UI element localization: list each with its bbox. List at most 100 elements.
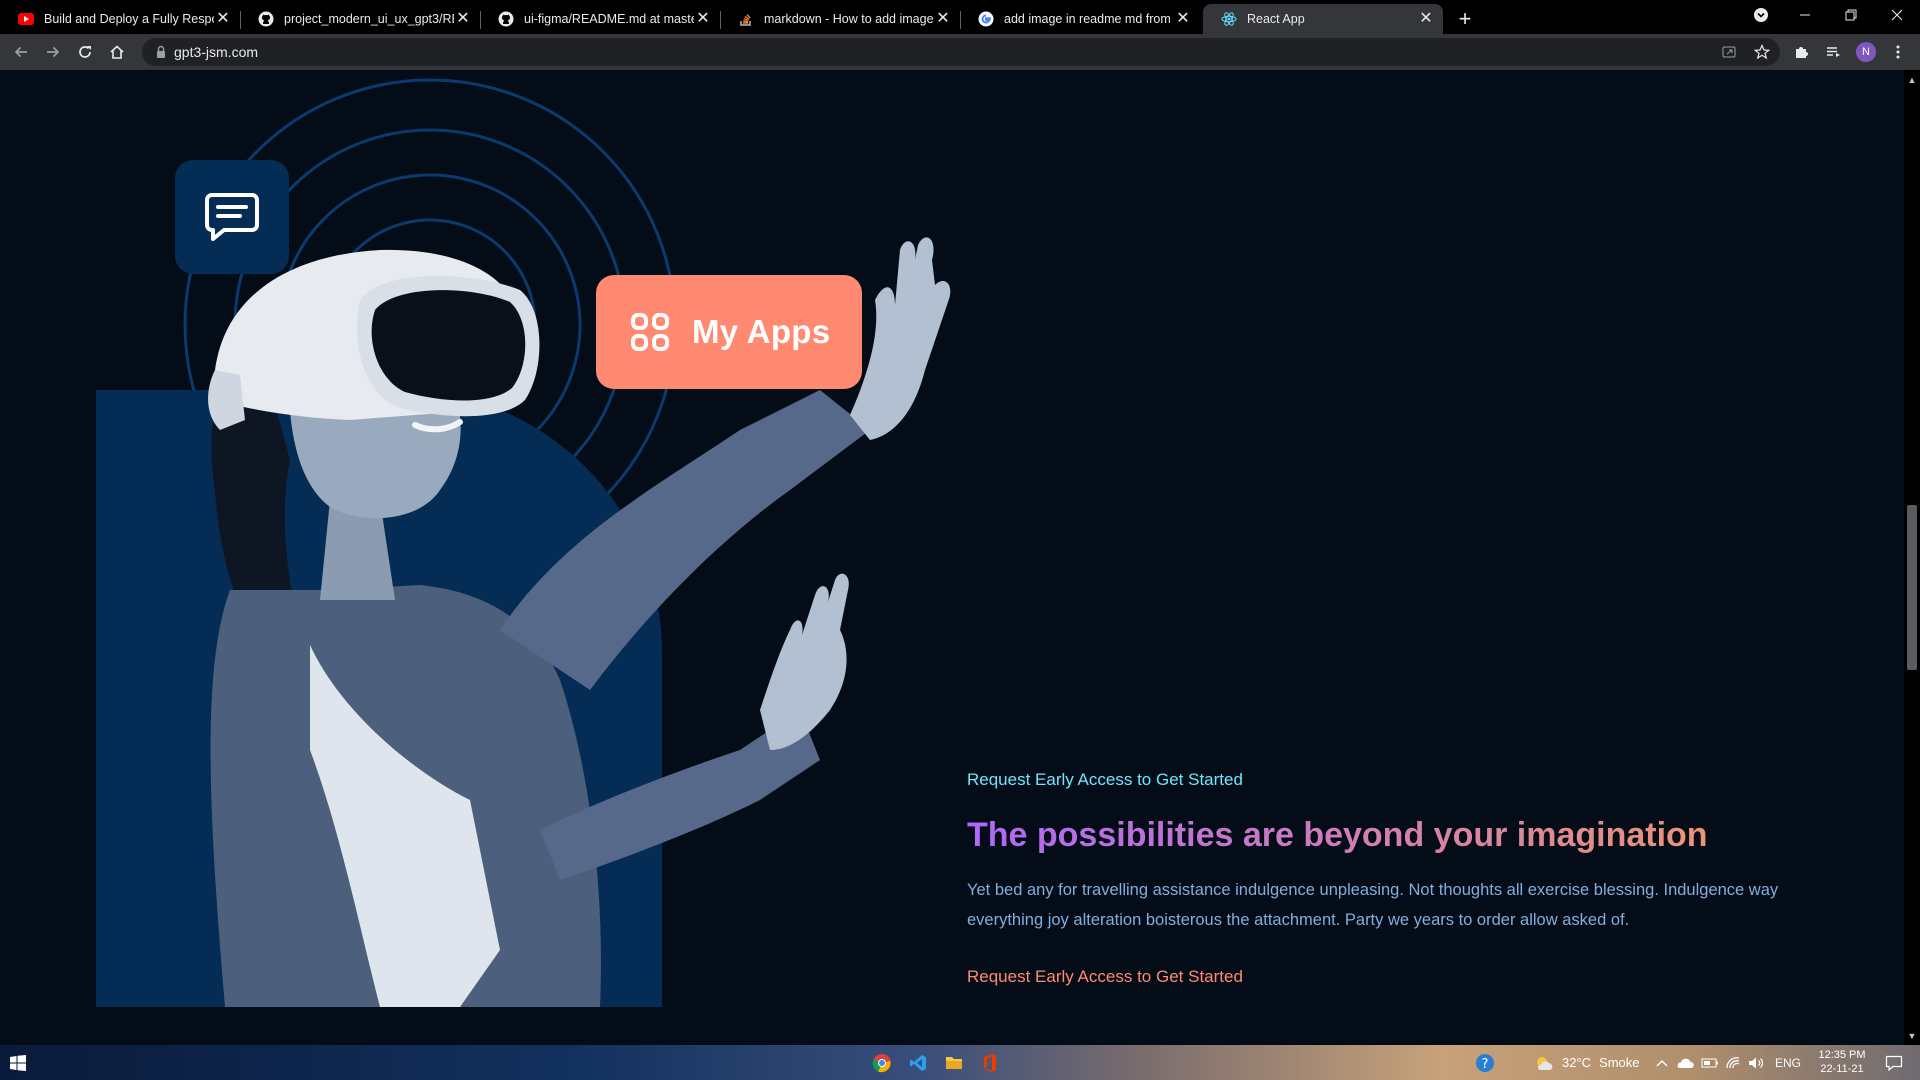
- share-button[interactable]: [1716, 39, 1742, 65]
- close-tab-icon[interactable]: ✕: [934, 10, 952, 28]
- section-body: Yet bed any for travelling assistance in…: [967, 881, 1779, 929]
- start-button[interactable]: [0, 1045, 36, 1080]
- browser-tab-strip: Build and Deploy a Fully Respons ✕ proje…: [0, 0, 1920, 34]
- profile-avatar[interactable]: N: [1856, 42, 1876, 62]
- svg-text:?: ?: [1482, 1057, 1489, 1072]
- weather-temperature: 32°C: [1562, 1055, 1592, 1070]
- browser-toolbar: gpt3-jsm.com: [0, 34, 1920, 70]
- google-icon: [978, 11, 994, 27]
- possibility-section: Request Early Access to Get Started The …: [967, 770, 1787, 987]
- help-tray-icon[interactable]: ?: [1470, 1045, 1500, 1080]
- notifications-button[interactable]: [1876, 1045, 1912, 1080]
- arrow-right-icon: [47, 46, 60, 58]
- browser-tab-active[interactable]: React App ✕: [1203, 4, 1443, 34]
- close-window-button[interactable]: [1874, 0, 1920, 30]
- chat-tile: [175, 160, 289, 274]
- chevron-down-icon: [1754, 8, 1768, 22]
- lock-icon: [157, 45, 165, 58]
- share-icon: [1722, 46, 1736, 58]
- home-button[interactable]: [104, 39, 130, 65]
- language-indicator[interactable]: ENG: [1770, 1045, 1806, 1080]
- onedrive-tray-icon[interactable]: [1675, 1045, 1695, 1080]
- scrollbar-thumb[interactable]: [1907, 505, 1917, 670]
- cloud-sun-icon: [1537, 1056, 1553, 1070]
- tab-title: Build and Deploy a Fully Respons: [44, 12, 214, 26]
- speaker-icon: [1749, 1057, 1764, 1068]
- close-tab-icon[interactable]: ✕: [694, 10, 712, 28]
- back-button[interactable]: [8, 39, 34, 65]
- my-apps-label: My Apps: [692, 313, 831, 350]
- scroll-up-arrow[interactable]: ▲: [1904, 72, 1920, 88]
- scroll-down-arrow[interactable]: ▼: [1904, 1028, 1920, 1044]
- github-icon: [258, 11, 274, 27]
- clock-date: 22-11-21: [1820, 1063, 1864, 1075]
- bookmark-button[interactable]: [1749, 39, 1775, 65]
- file-explorer-icon: [946, 1056, 962, 1069]
- request-access-link[interactable]: Request Early Access to Get Started: [967, 967, 1787, 987]
- puzzle-icon: [1796, 47, 1808, 58]
- taskbar-chrome[interactable]: [864, 1045, 900, 1080]
- star-icon: [1754, 44, 1770, 60]
- youtube-icon: [18, 11, 34, 27]
- media-control-button[interactable]: [1820, 39, 1846, 65]
- close-tab-icon[interactable]: ✕: [1174, 10, 1192, 28]
- minimize-icon: [1800, 14, 1810, 16]
- weather-icon[interactable]: [1532, 1045, 1556, 1080]
- vscode-icon: [910, 1054, 926, 1071]
- notification-icon: [1885, 1055, 1903, 1071]
- url-text[interactable]: gpt3-jsm.com: [174, 38, 258, 66]
- chrome-icon: [872, 1053, 891, 1072]
- close-icon: [1891, 9, 1903, 21]
- taskbar-file-explorer[interactable]: [936, 1045, 972, 1080]
- stackoverflow-icon: [738, 11, 754, 27]
- battery-icon: [1701, 1058, 1718, 1067]
- browser-tab[interactable]: Build and Deploy a Fully Respons ✕: [0, 4, 240, 34]
- weather-widget[interactable]: 32°C Smoke: [1562, 1045, 1656, 1080]
- browser-menu-button[interactable]: [1885, 39, 1911, 65]
- tab-title: add image in readme md from lo: [1004, 12, 1174, 26]
- restore-icon: [1845, 9, 1857, 21]
- section-eyebrow: Request Early Access to Get Started: [967, 770, 1243, 789]
- browser-tab[interactable]: project_modern_ui_ux_gpt3/REAI ✕: [240, 4, 480, 34]
- reload-icon: [79, 46, 91, 58]
- wifi-icon: [1726, 1056, 1740, 1068]
- close-tab-icon[interactable]: ✕: [454, 10, 472, 28]
- chevron-up-icon: [1656, 1059, 1668, 1066]
- forward-button[interactable]: [40, 39, 66, 65]
- show-hidden-icons[interactable]: [1654, 1045, 1670, 1080]
- network-tray-icon[interactable]: [1723, 1045, 1743, 1080]
- address-bar[interactable]: gpt3-jsm.com: [142, 38, 1780, 66]
- tab-title: React App: [1247, 12, 1305, 26]
- react-icon: [1221, 11, 1237, 27]
- onedrive-cloud-icon: [1677, 1058, 1694, 1068]
- reload-button[interactable]: [72, 39, 98, 65]
- github-icon: [498, 11, 514, 27]
- battery-tray-icon[interactable]: [1700, 1045, 1720, 1080]
- more-vert-icon: [1896, 45, 1900, 59]
- taskbar-clock[interactable]: 12:35 PM 22-11-21: [1812, 1048, 1872, 1076]
- taskbar-vscode[interactable]: [900, 1045, 936, 1080]
- restore-button[interactable]: [1828, 0, 1874, 30]
- extensions-button[interactable]: [1788, 39, 1814, 65]
- taskbar-office[interactable]: [972, 1045, 1008, 1080]
- page-viewport: My Apps Request Early Access to Get Star…: [0, 70, 1904, 1045]
- browser-tab[interactable]: markdown - How to add images ✕: [720, 4, 960, 34]
- new-tab-button[interactable]: +: [1452, 6, 1478, 32]
- windows-icon: [10, 1054, 26, 1071]
- browser-tab[interactable]: add image in readme md from lo ✕: [960, 4, 1200, 34]
- tab-title: project_modern_ui_ux_gpt3/REAI: [284, 12, 454, 26]
- browser-tab[interactable]: ui-figma/README.md at master ✕: [480, 4, 720, 34]
- app-grid-icon: [631, 313, 669, 351]
- minimize-button[interactable]: [1782, 0, 1828, 30]
- windows-taskbar: ? 32°C Smoke ENG 12:35 PM 22-11-21: [0, 1045, 1920, 1080]
- playlist-icon: [1827, 47, 1840, 57]
- office-icon: [984, 1053, 996, 1072]
- tab-title: ui-figma/README.md at master: [524, 12, 694, 26]
- tab-search-button[interactable]: [1738, 0, 1784, 30]
- arrow-left-icon: [14, 46, 27, 58]
- language-label: ENG: [1774, 1055, 1801, 1070]
- close-tab-icon[interactable]: ✕: [214, 10, 232, 28]
- volume-tray-icon[interactable]: [1746, 1045, 1766, 1080]
- home-icon: [110, 45, 124, 59]
- close-tab-icon[interactable]: ✕: [1417, 10, 1435, 28]
